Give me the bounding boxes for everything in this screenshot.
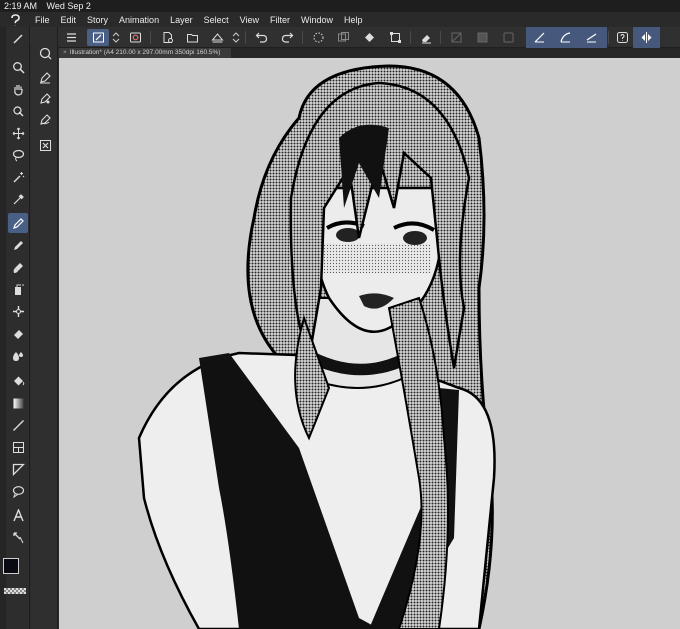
main-color[interactable] [3,558,19,574]
menu-edit[interactable]: Edit [56,15,83,25]
frame-icon[interactable] [8,437,28,457]
brush-icon-top[interactable] [8,28,28,48]
loading-icon[interactable] [309,29,327,46]
ruler-icon[interactable] [8,459,28,479]
brush-icon[interactable] [8,257,28,277]
selection-icon[interactable] [499,29,517,46]
menu-select[interactable]: Select [199,15,235,25]
menu-animation[interactable]: Animation [114,15,165,25]
fill-icon[interactable] [360,29,378,46]
zoom-in-icon[interactable] [37,45,53,61]
pen-subtool-icon[interactable] [37,69,53,85]
text-icon[interactable] [8,505,28,525]
document-tab[interactable]: × Illustration* (A4 210.00 x 297.00mm 350… [59,48,231,58]
hand-icon[interactable] [8,79,28,99]
correct-line-icon[interactable] [8,527,28,547]
balloon-icon[interactable] [8,481,28,501]
menu-window[interactable]: Window [296,15,339,25]
color-swatch[interactable] [3,558,29,584]
save-icon[interactable] [208,29,226,46]
tool-palette [6,27,30,629]
menu-view[interactable]: View [235,15,265,25]
new-icon[interactable] [158,29,176,46]
menu-file[interactable]: File [30,15,56,25]
zoom-icon[interactable] [8,57,28,77]
clock: 2:19 AM [4,1,38,11]
eraser-tool-icon[interactable] [8,323,28,343]
layer-property-icon[interactable] [87,29,109,46]
menu-layer[interactable]: Layer [165,15,199,25]
document-title: Illustration* (A4 210.00 x 297.00mm 350d… [69,49,221,56]
flip-icon[interactable] [637,29,655,46]
move-icon[interactable] [8,123,28,143]
close-tab-icon[interactable]: × [63,49,67,56]
lasso-icon[interactable] [8,145,28,165]
perspective-snap-icon[interactable] [582,29,600,46]
fill-selection-icon[interactable] [473,29,491,46]
eraser-icon[interactable] [417,29,435,46]
transparent-color-icon[interactable] [4,588,26,594]
menu-icon[interactable] [62,29,80,46]
canvas[interactable] [59,58,680,629]
app-logo-icon[interactable] [0,12,30,27]
artwork-illustration [137,64,496,629]
fill-tool-icon[interactable] [8,371,28,391]
clear-icon[interactable] [447,29,465,46]
transform-icon[interactable] [386,29,404,46]
gradient-icon[interactable] [8,393,28,413]
status-bar: 2:19 AM Wed Sep 2 [0,0,680,12]
sub-tool-panel [31,27,58,629]
date: Wed Sep 2 [46,1,91,11]
contour-snap-icon[interactable] [556,29,574,46]
blend-icon[interactable] [8,345,28,365]
decoration-icon[interactable] [8,301,28,321]
marker-subtool-icon[interactable] [37,90,53,106]
pen-icon[interactable] [8,213,28,233]
airbrush-icon[interactable] [8,279,28,299]
command-bar [0,27,680,48]
operation-icon[interactable] [8,101,28,121]
layer-icon[interactable] [334,29,352,46]
eyedropper-icon[interactable] [8,189,28,209]
redo-icon[interactable] [278,29,296,46]
menu-filter[interactable]: Filter [265,15,296,25]
gpen-subtool-icon[interactable] [37,111,53,127]
line-icon[interactable] [8,415,28,435]
menu-help[interactable]: Help [339,15,369,25]
chevron-updown-icon-2[interactable] [231,29,241,46]
menu-bar: File Edit Story Animation Layer Select V… [0,12,680,27]
help-icon[interactable] [613,29,631,46]
delete-subtool-icon[interactable] [37,137,53,153]
menu-story[interactable]: Story [82,15,114,25]
undo-icon[interactable] [252,29,270,46]
chevron-updown-icon[interactable] [111,29,121,46]
ruler-snap-icon[interactable] [530,29,548,46]
magic-wand-icon[interactable] [8,167,28,187]
convert-icon[interactable] [126,29,144,46]
pencil-icon[interactable] [8,235,28,255]
open-icon[interactable] [183,29,201,46]
